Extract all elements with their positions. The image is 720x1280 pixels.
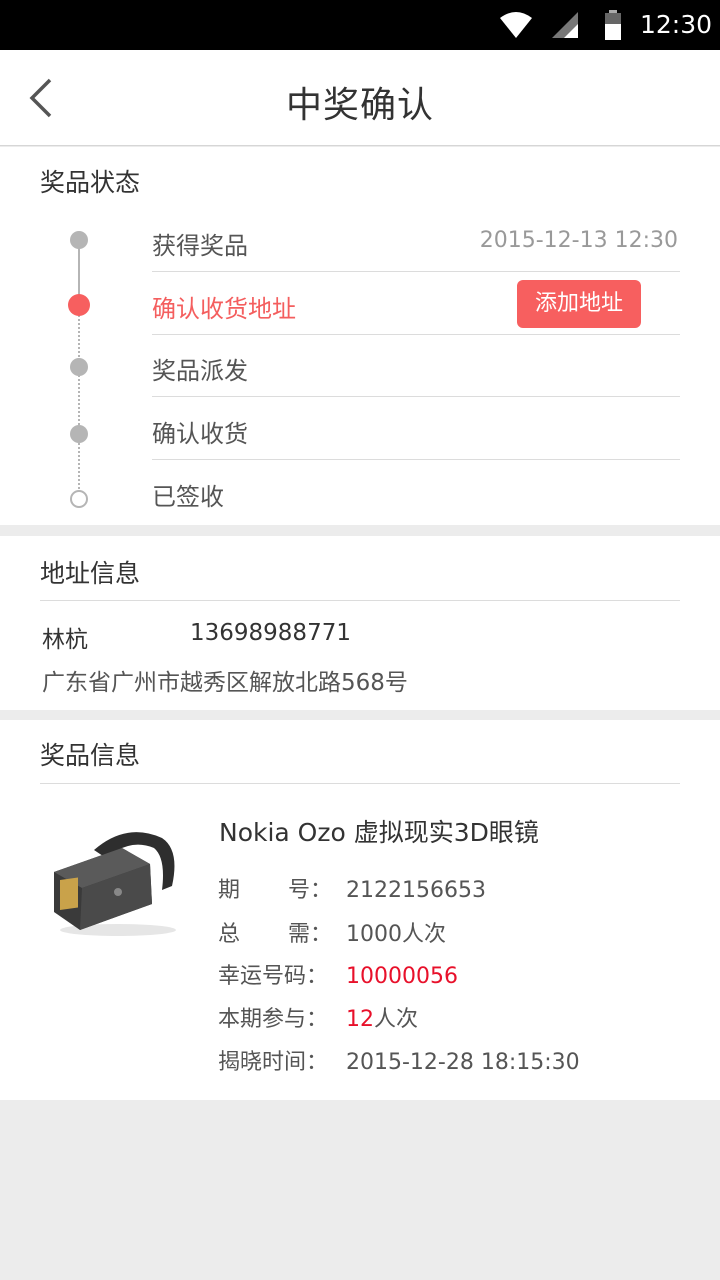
step-label-confirm-address: 确认收货地址	[152, 295, 296, 323]
timeline-dot	[70, 358, 88, 376]
step-label-dispatch: 奖品派发	[152, 357, 248, 385]
address-title: 地址信息	[40, 559, 141, 588]
step-time: 2015-12-13 12:30	[479, 228, 678, 253]
divider	[40, 783, 680, 784]
info-reveal: 揭晓时间： 2015-12-28 18:15:30	[218, 1044, 580, 1076]
address-phone: 13698988771	[190, 620, 351, 646]
info-lucky-value: 10000056	[346, 964, 458, 989]
address-name: 林杭	[42, 627, 88, 653]
label-part: 需：	[288, 922, 333, 947]
page-title: 中奖确认	[285, 85, 434, 126]
info-lucky-label: 幸运号码：	[218, 964, 329, 989]
prize-info-title: 奖品信息	[40, 741, 141, 770]
prize-status-section	[0, 147, 720, 525]
address-detail: 广东省广州市越秀区解放北路568号	[42, 670, 408, 696]
divider	[152, 459, 680, 460]
divider	[152, 396, 680, 397]
timeline-dot-empty	[70, 490, 88, 508]
header-bar: 中奖确认	[0, 50, 720, 146]
info-lucky: 幸运号码： 10000056	[218, 958, 458, 990]
step-label-won: 获得奖品	[152, 232, 248, 260]
label-part: 总	[218, 922, 241, 947]
divider	[152, 334, 680, 335]
add-address-button[interactable]: 添加地址	[517, 280, 641, 328]
label-part: 号：	[288, 878, 333, 903]
info-period-value: 2122156653	[346, 878, 486, 903]
signal-icon	[552, 12, 578, 42]
divider	[152, 271, 680, 272]
label-part: 期	[218, 878, 241, 903]
timeline-dot	[70, 425, 88, 443]
battery-icon	[604, 10, 622, 44]
info-total-value: 1000人次	[346, 922, 446, 947]
info-join-label: 本期参与：	[218, 1007, 329, 1032]
info-join-count: 12	[346, 1007, 374, 1032]
info-join: 本期参与： 12人次	[218, 1001, 418, 1033]
info-total-label: 总 需：	[218, 916, 346, 948]
info-reveal-label: 揭晓时间：	[218, 1050, 329, 1075]
timeline-line-dotted	[78, 304, 80, 500]
product-name[interactable]: Nokia Ozo 虚拟现实3D眼镜	[219, 813, 539, 849]
info-join-unit: 人次	[374, 1007, 419, 1032]
status-bar: 12:30	[0, 0, 720, 50]
vr-headset-image[interactable]	[46, 820, 186, 940]
timeline-dot-done	[70, 231, 88, 249]
prize-status-title: 奖品状态	[40, 168, 141, 197]
info-period-label: 期 号：	[218, 872, 346, 904]
info-reveal-value: 2015-12-28 18:15:30	[346, 1050, 580, 1075]
info-period: 期 号： 2122156653	[218, 872, 486, 904]
step-label-signed: 已签收	[152, 483, 224, 511]
timeline-dot-current	[68, 294, 90, 316]
info-total: 总 需： 1000人次	[218, 916, 446, 948]
divider	[40, 600, 680, 601]
step-label-confirm-receipt: 确认收货	[152, 420, 248, 448]
wifi-icon	[500, 12, 532, 42]
status-time: 12:30	[640, 10, 713, 39]
